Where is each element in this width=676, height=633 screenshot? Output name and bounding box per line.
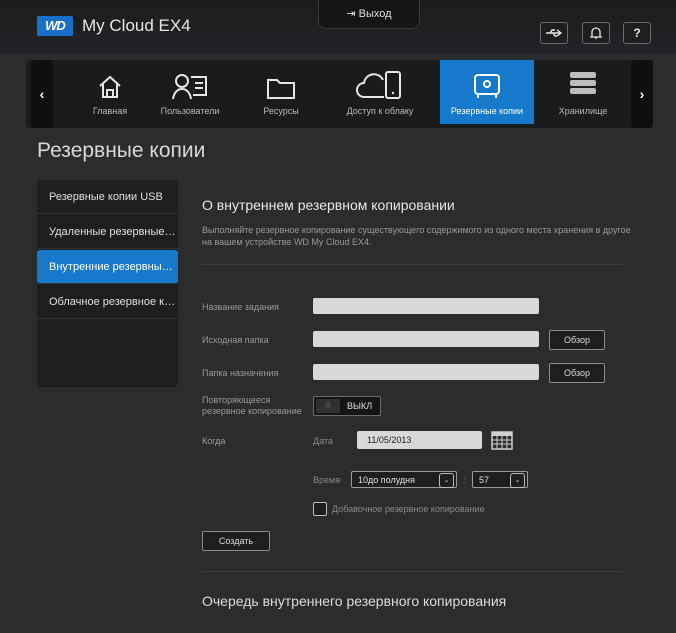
source-browse-button[interactable]: Обзор	[549, 330, 605, 350]
calendar-icon[interactable]	[491, 430, 513, 455]
usb-icon[interactable]	[540, 22, 568, 44]
toggle-knob: |||	[316, 399, 340, 413]
time-separator: :	[463, 475, 466, 485]
nav-item-storage[interactable]: Хранилище	[548, 60, 618, 124]
nav-label-backups: Резервные копии	[450, 106, 524, 116]
sidebar-item-usb-backup[interactable]: Резервные копии USB	[37, 180, 178, 214]
minute-select[interactable]: 57 ⌄	[472, 471, 528, 488]
sidebar-item-internal-backup[interactable]: Внутренние резервные ...	[37, 250, 178, 284]
nav-item-home[interactable]: Главная	[80, 60, 140, 124]
chevron-down-icon: ⌄	[439, 473, 454, 488]
date-label: Дата	[313, 436, 333, 446]
dest-browse-button[interactable]: Обзор	[549, 363, 605, 383]
nav-item-users[interactable]: Пользователи	[150, 60, 230, 124]
create-button[interactable]: Создать	[202, 531, 270, 551]
source-folder-label: Исходная папка	[202, 335, 269, 345]
nav-next-icon[interactable]: ›	[631, 60, 653, 128]
dest-folder-label: Папка назначения	[202, 368, 279, 378]
nav-label-home: Главная	[92, 106, 128, 116]
when-label: Когда	[202, 436, 226, 446]
nav-label-cloud: Доступ к облаку	[346, 106, 414, 116]
minute-value: 57	[479, 475, 490, 485]
time-label: Время	[313, 475, 341, 485]
help-label: ?	[633, 26, 641, 40]
logout-button[interactable]: ⇥ Выход	[318, 0, 420, 29]
bell-icon[interactable]	[582, 22, 610, 44]
nav-item-shares[interactable]: Ресурсы	[246, 60, 316, 124]
job-name-label: Название задания	[202, 302, 279, 312]
date-input[interactable]: 11/05/2013	[357, 431, 482, 449]
logout-icon: ⇥	[346, 8, 356, 20]
storage-icon	[548, 60, 618, 100]
nav-item-backups[interactable]: Резервные копии	[440, 60, 534, 124]
home-icon	[80, 60, 140, 100]
cloud-icon	[335, 60, 425, 100]
users-icon	[150, 60, 230, 100]
help-icon[interactable]: ?	[623, 22, 651, 44]
nav-label-shares: Ресурсы	[263, 106, 299, 116]
hour-value: 10до полудня	[358, 475, 415, 485]
dest-folder-input[interactable]	[313, 364, 539, 380]
recurring-backup-label: Повторяющееся резервное копирование	[202, 395, 302, 416]
product-name: My Cloud EX4	[82, 16, 191, 35]
incremental-backup-label: Добавочное резервное копирование	[332, 504, 485, 514]
section-description: Выполняйте резервное копирование существ…	[202, 225, 631, 247]
hour-select[interactable]: 10до полудня ⌄	[351, 471, 457, 488]
section-divider	[202, 264, 622, 265]
nav-label-storage: Хранилище	[558, 106, 608, 116]
section-title: О внутреннем резервном копировании	[202, 197, 455, 213]
source-folder-input[interactable]	[313, 331, 539, 347]
folder-icon	[246, 60, 316, 100]
recurring-backup-toggle[interactable]: ||| ВЫКЛ	[313, 396, 381, 416]
queue-divider	[202, 571, 622, 572]
logout-label: Выход	[358, 8, 392, 20]
toggle-state-label: ВЫКЛ	[347, 401, 373, 411]
page-title: Резервные копии	[37, 139, 206, 162]
queue-title: Очередь внутреннего резервного копирован…	[202, 593, 507, 609]
nav-label-users: Пользователи	[160, 106, 220, 116]
job-name-input[interactable]	[313, 298, 539, 314]
sidebar-item-remote-backup[interactable]: Удаленные резервные к...	[37, 215, 178, 249]
sidebar-item-cloud-backup[interactable]: Облачное резервное ко...	[37, 285, 178, 319]
nav-item-cloud[interactable]: Доступ к облаку	[335, 60, 425, 124]
nav-prev-icon[interactable]: ‹	[31, 60, 53, 128]
incremental-backup-checkbox[interactable]	[313, 502, 327, 516]
chevron-down-icon: ⌄	[510, 473, 525, 488]
wd-logo: WD	[37, 16, 73, 36]
safe-icon	[440, 60, 534, 100]
